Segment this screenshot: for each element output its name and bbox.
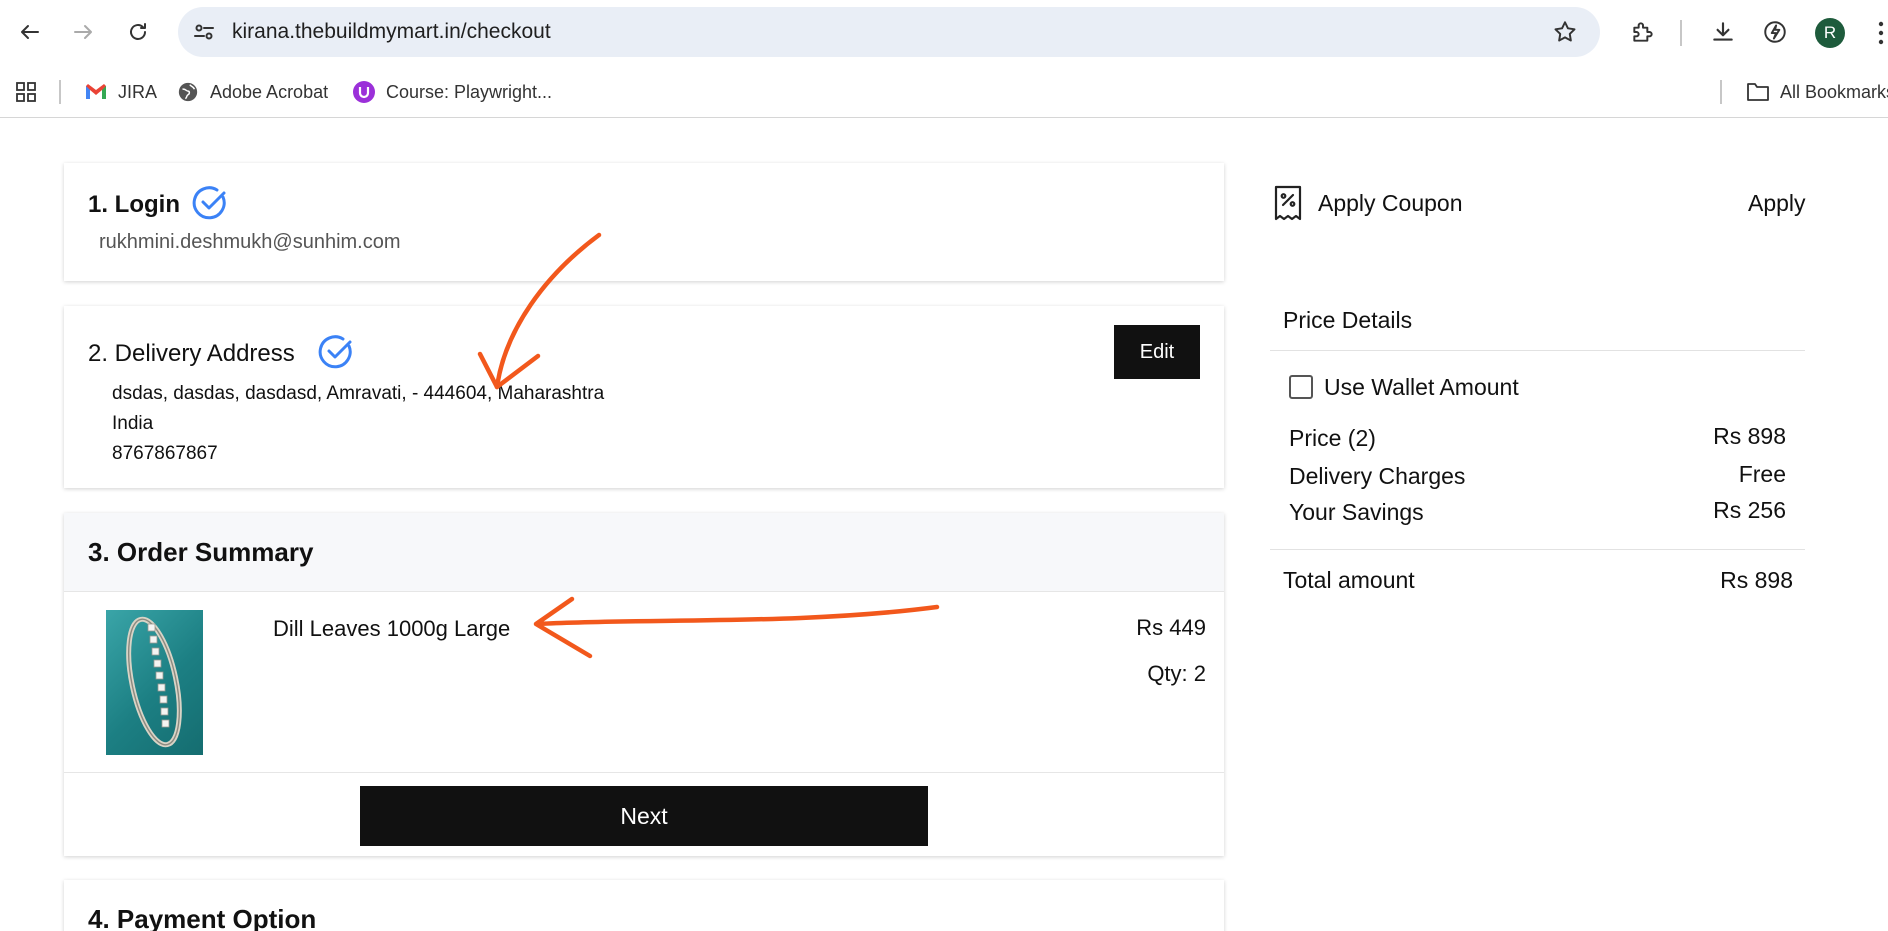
total-amount-label: Total amount [1283, 567, 1415, 593]
all-bookmarks-button[interactable]: All Bookmarks [1746, 66, 1888, 118]
apply-coupon-button[interactable]: Apply [1748, 190, 1806, 217]
arrow-left-icon [21, 25, 39, 39]
globe-icon [176, 80, 200, 104]
payment-option-section: 4. Payment Option [64, 880, 1224, 931]
bookmark-divider [59, 80, 61, 104]
order-summary-footer: Next [64, 772, 1224, 856]
performance-button[interactable] [1760, 17, 1790, 47]
more-menu-icon[interactable] [1874, 20, 1888, 46]
check-circle-icon [318, 335, 352, 369]
use-wallet-checkbox[interactable] [1289, 375, 1313, 399]
price-divider [1270, 350, 1805, 351]
browser-toolbar: kirana.thebuildmymart.in/checkout R [0, 0, 1888, 66]
delivery-title: 2. Delivery Address [88, 340, 295, 367]
downloads-button[interactable] [1708, 17, 1738, 47]
payment-title[interactable]: 4. Payment Option [88, 904, 316, 931]
product-price: Rs 449 [1136, 615, 1206, 640]
apply-coupon-label: Apply Coupon [1318, 190, 1463, 216]
arrow-right-icon [74, 25, 92, 39]
bookmark-divider [1720, 80, 1722, 104]
site-settings-icon[interactable] [192, 20, 216, 44]
login-section: 1. Login rukhmini.deshmukh@sunhim.com [64, 163, 1224, 281]
reload-icon [130, 23, 146, 40]
url-text[interactable]: kirana.thebuildmymart.in/checkout [232, 7, 551, 57]
apps-grid-icon [16, 82, 36, 102]
login-title: 1. Login [88, 191, 180, 218]
product-image [106, 610, 203, 755]
reload-button[interactable] [120, 14, 156, 50]
bookmark-adobe-acrobat[interactable]: Adobe Acrobat [176, 66, 328, 118]
bookmark-label: Adobe Acrobat [210, 81, 329, 102]
bookmark-label: JIRA [118, 81, 158, 102]
total-amount-value: Rs 898 [1720, 567, 1793, 593]
bookmarks-bar: JIRA Adobe Acrobat Course: Playwright...… [0, 66, 1888, 118]
address-line: dsdas, dasdas, dasdasd, Amravati, - 4446… [112, 383, 605, 404]
folder-icon [1746, 80, 1770, 104]
bookmark-course-playwright[interactable]: Course: Playwright... [352, 66, 552, 118]
forward-button[interactable] [65, 14, 101, 50]
delivery-charges-label: Delivery Charges [1289, 463, 1466, 489]
login-email: rukhmini.deshmukh@sunhim.com [99, 231, 401, 253]
savings-value: Rs 256 [1713, 497, 1786, 523]
extensions-button[interactable] [1628, 17, 1658, 47]
order-summary-header: 3. Order Summary [64, 513, 1224, 592]
toolbar-divider [1680, 20, 1682, 46]
price-row-value: Rs 898 [1713, 423, 1786, 449]
bookmark-star-icon[interactable] [1552, 19, 1578, 45]
puzzle-icon [1633, 22, 1653, 42]
bookmark-jira[interactable]: JIRA [84, 66, 157, 118]
coupon-icon [1274, 185, 1302, 221]
profile-avatar[interactable]: R [1815, 18, 1845, 48]
check-circle-icon [192, 186, 226, 220]
price-details-title: Price Details [1283, 307, 1413, 333]
course-icon [352, 80, 376, 104]
delivery-charges-value: Free [1738, 461, 1786, 487]
all-bookmarks-label: All Bookmarks [1780, 81, 1888, 102]
product-name[interactable]: Dill Leaves 1000g Large [273, 616, 510, 642]
edit-address-button[interactable]: Edit [1114, 325, 1200, 379]
use-wallet-label[interactable]: Use Wallet Amount [1324, 374, 1519, 401]
delivery-address-section: 2. Delivery Address Edit dsdas, dasdas, … [64, 306, 1224, 488]
download-icon [1713, 22, 1733, 41]
address-country: India [112, 413, 154, 434]
gmail-icon [84, 80, 108, 104]
savings-label: Your Savings [1289, 499, 1424, 525]
speed-icon [1764, 21, 1786, 43]
bookmark-label: Course: Playwright... [386, 81, 553, 102]
address-phone: 8767867867 [112, 443, 218, 464]
address-bar[interactable]: kirana.thebuildmymart.in/checkout [178, 7, 1600, 57]
order-summary-title: 3. Order Summary [88, 537, 314, 567]
next-button[interactable]: Next [360, 786, 928, 846]
order-summary-section: 3. Order Summary Dill Leaves 1000g Large… [64, 513, 1224, 856]
apps-button[interactable] [14, 66, 38, 118]
price-row-label: Price (2) [1289, 425, 1376, 451]
total-divider [1270, 549, 1805, 550]
back-button[interactable] [12, 14, 48, 50]
product-quantity: Qty: 2 [1147, 661, 1206, 686]
